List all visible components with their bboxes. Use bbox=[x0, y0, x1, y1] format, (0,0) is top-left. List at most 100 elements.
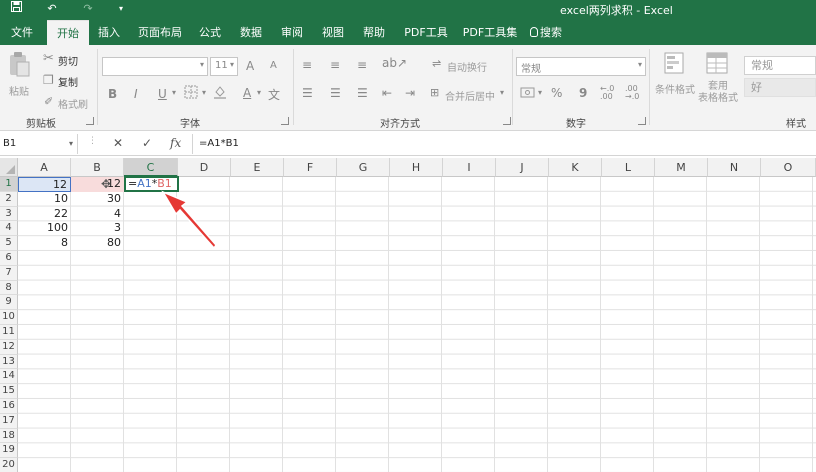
tab-pdf-tools[interactable]: PDF工具 bbox=[400, 20, 452, 45]
scissors-icon[interactable]: ✂ bbox=[43, 51, 54, 66]
phonetic-button[interactable]: 文 bbox=[268, 86, 280, 103]
bold-button[interactable]: B bbox=[108, 87, 117, 101]
annotation-arrow bbox=[161, 190, 217, 250]
paste-button[interactable] bbox=[8, 51, 30, 82]
number-format-value: 常规 bbox=[521, 64, 541, 75]
formula-bar: B1 ▾ ⋮ ✕ ✓ fx =A1*B1 bbox=[0, 132, 816, 156]
number-format-combo[interactable]: 常规 ▾ bbox=[516, 57, 646, 76]
font-group-label: 字体 bbox=[180, 119, 200, 130]
increase-font-button[interactable]: A bbox=[246, 59, 254, 73]
lightbulb-icon bbox=[530, 27, 538, 37]
redo-icon[interactable]: ↷ bbox=[80, 1, 96, 17]
tab-help[interactable]: 帮助 bbox=[360, 20, 388, 45]
styles-group-label: 样式 bbox=[786, 119, 806, 130]
title-bar: ↶ ↷ ▾ excel两列求积 - Excel bbox=[0, 0, 816, 20]
tab-formulas[interactable]: 公式 bbox=[196, 20, 224, 45]
tab-view[interactable]: 视图 bbox=[319, 20, 347, 45]
dialog-launcher-icon[interactable] bbox=[281, 117, 289, 125]
enter-icon[interactable]: ✓ bbox=[142, 136, 152, 150]
font-size-combo[interactable]: 11 ▾ bbox=[210, 57, 238, 76]
chevron-down-icon: ▾ bbox=[199, 60, 204, 69]
font-size-value: 11 bbox=[215, 60, 228, 71]
number-group-label: 数字 bbox=[566, 119, 586, 130]
paste-label: 粘贴 bbox=[9, 87, 29, 98]
increase-decimal-button[interactable]: ←.0 .00 bbox=[600, 85, 620, 101]
tab-review[interactable]: 审阅 bbox=[278, 20, 306, 45]
clipboard-group-label: 剪贴板 bbox=[26, 119, 56, 130]
format-as-table-button[interactable]: 套用 表格格式 bbox=[697, 81, 739, 105]
font-name-combo[interactable]: ▾ bbox=[102, 57, 208, 76]
chevron-down-icon[interactable]: ▾ bbox=[538, 88, 542, 97]
name-box[interactable]: B1 ▾ bbox=[0, 134, 78, 154]
fill-color-icon[interactable] bbox=[213, 85, 227, 102]
align-right-icon[interactable]: ☰ bbox=[357, 86, 368, 100]
insert-function-icon[interactable]: fx bbox=[170, 136, 181, 150]
copy-button[interactable]: 复制 bbox=[58, 74, 78, 89]
dialog-launcher-icon[interactable] bbox=[86, 117, 94, 125]
borders-icon[interactable] bbox=[184, 85, 198, 102]
tab-home[interactable]: 开始 bbox=[47, 20, 89, 45]
search-label: 搜索 bbox=[540, 26, 562, 39]
more-options-icon[interactable]: ⋮ bbox=[88, 136, 97, 146]
wrap-text-button[interactable]: 自动换行 bbox=[447, 59, 487, 74]
align-middle-icon[interactable]: ≡ bbox=[330, 58, 340, 72]
chevron-down-icon[interactable]: ▾ bbox=[500, 88, 504, 97]
align-left-icon[interactable]: ☰ bbox=[302, 86, 313, 100]
chevron-down-icon[interactable]: ▾ bbox=[172, 88, 176, 97]
conditional-format-icon[interactable] bbox=[664, 52, 686, 79]
spreadsheet-grid: A B C D E F G H I J K L M N O 1 2 3 4 5 … bbox=[0, 158, 816, 472]
format-painter-icon[interactable]: ✐ bbox=[44, 95, 53, 108]
orientation-icon[interactable]: ab↗ bbox=[382, 56, 407, 70]
cancel-icon[interactable]: ✕ bbox=[113, 136, 123, 150]
chevron-down-icon[interactable]: ▾ bbox=[202, 88, 206, 97]
group-separator bbox=[512, 49, 513, 125]
group-separator bbox=[649, 49, 650, 125]
comma-button[interactable]: 9 bbox=[579, 86, 587, 100]
undo-icon[interactable]: ↶ bbox=[44, 1, 60, 17]
dialog-launcher-icon[interactable] bbox=[638, 117, 646, 125]
dialog-launcher-icon[interactable] bbox=[503, 117, 511, 125]
chevron-down-icon: ▾ bbox=[68, 139, 73, 148]
formula-input[interactable]: =A1*B1 bbox=[192, 134, 812, 154]
percent-button[interactable]: % bbox=[551, 86, 562, 100]
tab-search[interactable]: 搜索 bbox=[526, 20, 566, 45]
chevron-down-icon[interactable]: ▾ bbox=[257, 88, 261, 97]
tab-page-layout[interactable]: 页面布局 bbox=[136, 20, 184, 45]
window-title: excel两列求积 - Excel bbox=[560, 4, 673, 17]
tab-data[interactable]: 数据 bbox=[237, 20, 265, 45]
tab-file[interactable]: 文件 bbox=[6, 20, 38, 45]
cut-button[interactable]: 剪切 bbox=[58, 53, 78, 68]
italic-button[interactable]: I bbox=[134, 87, 138, 101]
customize-icon[interactable]: ▾ bbox=[113, 1, 129, 17]
name-box-value: B1 bbox=[3, 138, 17, 149]
decrease-decimal-button[interactable]: .00 →.0 bbox=[625, 85, 645, 101]
chevron-down-icon: ▾ bbox=[637, 60, 642, 69]
ribbon-tabs: 文件 开始 插入 页面布局 公式 数据 审阅 视图 帮助 PDF工具 PDF工具… bbox=[0, 20, 816, 45]
decrease-font-button[interactable]: A bbox=[270, 60, 277, 71]
format-painter-button[interactable]: 格式刷 bbox=[58, 96, 88, 111]
align-bottom-icon[interactable]: ≡ bbox=[357, 58, 367, 72]
currency-icon[interactable] bbox=[520, 86, 536, 103]
tab-pdf-toolset[interactable]: PDF工具集 bbox=[460, 20, 520, 45]
font-color-button[interactable]: A bbox=[243, 86, 251, 100]
alignment-group-label: 对齐方式 bbox=[380, 119, 420, 130]
style-normal[interactable]: 常规 bbox=[744, 56, 816, 75]
underline-button[interactable]: U bbox=[158, 87, 167, 101]
wrap-text-icon[interactable]: ⇌ bbox=[432, 57, 441, 70]
ribbon: 粘贴 ✂ 剪切 ❐ 复制 ✐ 格式刷 剪贴板 ▾ 11 ▾ A A B I U ▾… bbox=[0, 45, 816, 131]
increase-indent-icon[interactable]: ⇥ bbox=[405, 86, 415, 100]
merge-center-button[interactable]: 合并后居中 bbox=[445, 88, 495, 103]
copy-icon[interactable]: ❐ bbox=[43, 73, 54, 87]
group-separator bbox=[293, 49, 294, 125]
chevron-down-icon: ▾ bbox=[229, 60, 234, 69]
table-format-icon[interactable] bbox=[706, 52, 730, 79]
style-good[interactable]: 好 bbox=[744, 78, 816, 97]
align-top-icon[interactable]: ≡ bbox=[302, 58, 312, 72]
align-center-icon[interactable]: ☰ bbox=[330, 86, 341, 100]
decrease-indent-icon[interactable]: ⇤ bbox=[382, 86, 392, 100]
tab-insert[interactable]: 插入 bbox=[95, 20, 123, 45]
merge-icon[interactable]: ⊞ bbox=[430, 86, 439, 99]
save-icon[interactable] bbox=[8, 1, 24, 17]
conditional-format-button[interactable]: 条件格式 bbox=[655, 81, 695, 96]
group-separator bbox=[97, 49, 98, 125]
